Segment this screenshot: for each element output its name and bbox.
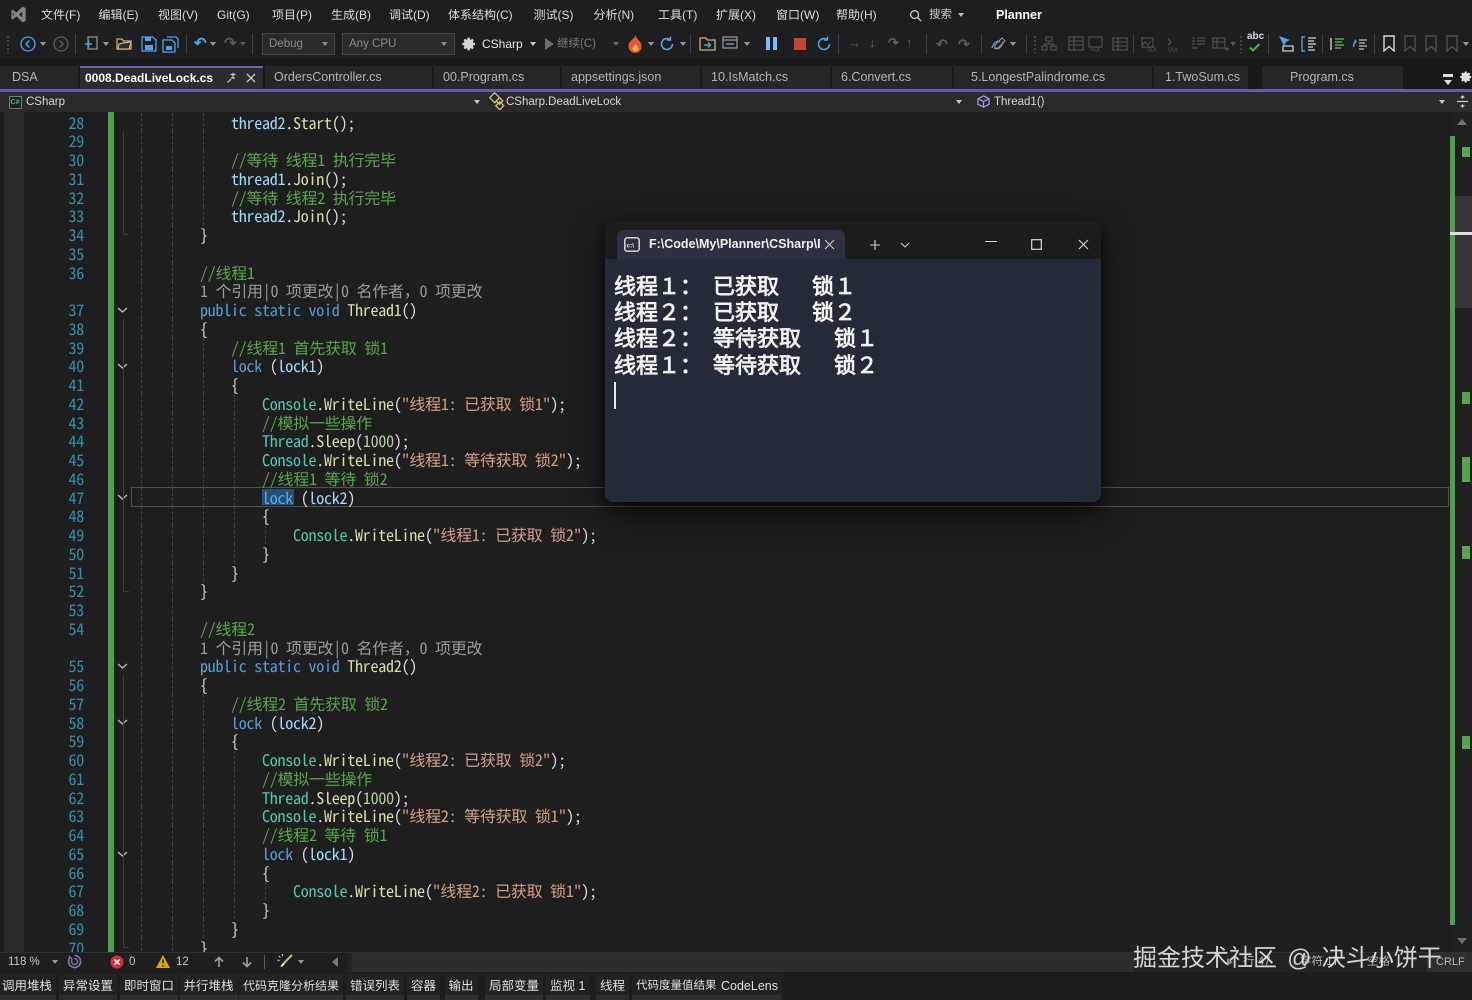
svg-text:SQL: SQL xyxy=(1168,48,1179,53)
svg-text:SQL: SQL xyxy=(1090,47,1101,52)
svg-text:SQL: SQL xyxy=(1147,48,1157,53)
svg-text:c:\: c:\ xyxy=(627,243,635,250)
